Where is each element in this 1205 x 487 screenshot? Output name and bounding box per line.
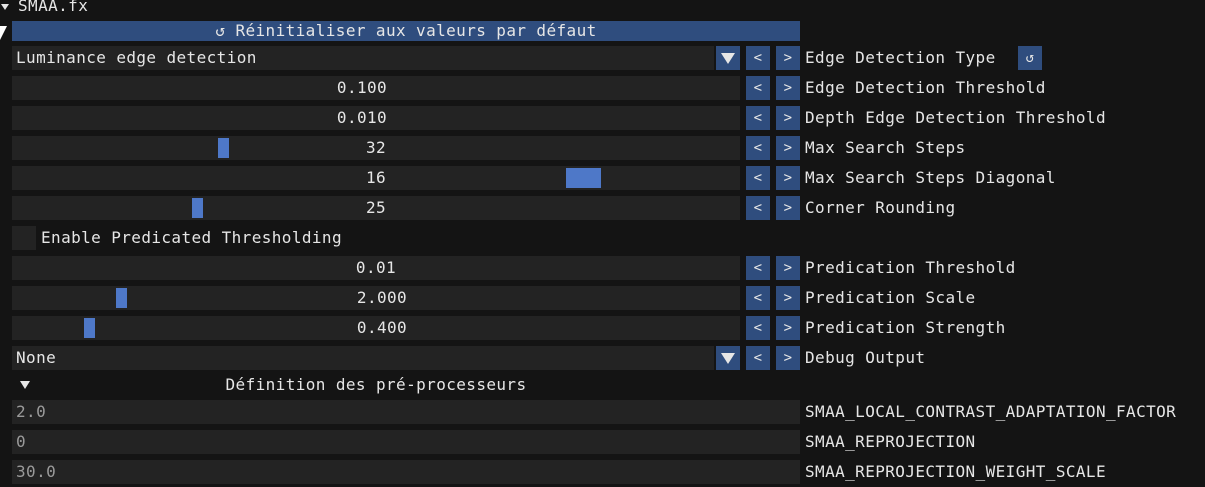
debug-output-row: None < > Debug Output [0,346,1205,370]
depth-threshold-next-button[interactable]: > [776,106,800,130]
max-search-steps-label: Max Search Steps [805,138,966,157]
chevron-down-icon[interactable] [716,346,740,370]
preprocessor-row: 2.0 SMAA_LOCAL_CONTRAST_ADAPTATION_FACTO… [0,400,1205,424]
max-search-steps-row: 32 < > Max Search Steps [0,136,1205,160]
reset-defaults-button[interactable]: ↺ Réinitialiser aux valeurs par défaut [12,21,800,41]
edge-detection-threshold-prev-button[interactable]: < [746,76,770,100]
predicated-thresholding-row: Enable Predicated Thresholding [0,226,1205,250]
preprocessor-label: SMAA_REPROJECTION_WEIGHT_SCALE [805,462,1106,481]
corner-rounding-row: 25 < > Corner Rounding [0,196,1205,220]
corner-rounding-label: Corner Rounding [805,198,956,217]
corner-rounding-next-button[interactable]: > [776,196,800,220]
depth-threshold-row: 0.010 < > Depth Edge Detection Threshold [0,106,1205,130]
predication-threshold-slider[interactable]: 0.01 [12,256,740,280]
reset-defaults-label: Réinitialiser aux valeurs par défaut [235,21,597,40]
max-search-steps-diagonal-row: 16 < > Max Search Steps Diagonal [0,166,1205,190]
predication-strength-row: 0.400 < > Predication Strength [0,316,1205,340]
expand-arrow-icon [1,4,9,10]
preprocessor-row: 30.0 SMAA_REPROJECTION_WEIGHT_SCALE [0,460,1205,484]
predication-threshold-value: 0.01 [355,258,397,277]
predicated-thresholding-checkbox[interactable] [12,226,36,250]
preprocessor-input[interactable]: 30.0 [12,460,800,484]
preprocessor-title: Définition des pré-processeurs [225,375,527,394]
edge-detection-type-next-button[interactable]: > [776,46,800,70]
edge-detection-type-row: Luminance edge detection < > Edge Detect… [0,46,1205,70]
debug-output-value: None [16,348,57,367]
preprocessor-input[interactable]: 0 [12,430,800,454]
preprocessor-value: 2.0 [16,402,47,421]
preprocessor-row: 0 SMAA_REPROJECTION [0,430,1205,454]
debug-output-label: Debug Output [805,348,926,367]
preprocessor-value: 30.0 [16,462,57,481]
edge-detection-threshold-slider[interactable]: 0.100 [12,76,740,100]
corner-rounding-prev-button[interactable]: < [746,196,770,220]
debug-output-prev-button[interactable]: < [746,346,770,370]
preprocessor-label: SMAA_LOCAL_CONTRAST_ADAPTATION_FACTOR [805,402,1177,421]
max-search-steps-diagonal-label: Max Search Steps Diagonal [805,168,1056,187]
predication-threshold-label: Predication Threshold [805,258,1016,277]
predication-scale-prev-button[interactable]: < [746,286,770,310]
predication-scale-row: 2.000 < > Predication Scale [0,286,1205,310]
max-search-steps-next-button[interactable]: > [776,136,800,160]
max-search-steps-diagonal-slider[interactable]: 16 [12,166,740,190]
corner-rounding-value: 25 [365,198,387,217]
preprocessor-value: 0 [16,432,27,451]
predication-threshold-next-button[interactable]: > [776,256,800,280]
edge-detection-type-label: Edge Detection Type [805,48,996,67]
predication-scale-value: 2.000 [356,288,408,307]
predication-strength-slider[interactable]: 0.400 [12,316,740,340]
corner-rounding-slider[interactable]: 25 [12,196,740,220]
predication-threshold-row: 0.01 < > Predication Threshold [0,256,1205,280]
preprocessor-header[interactable]: Définition des pré-processeurs [12,374,800,396]
edge-detection-type-value: Luminance edge detection [16,48,257,67]
max-search-steps-diagonal-next-button[interactable]: > [776,166,800,190]
predication-strength-next-button[interactable]: > [776,316,800,340]
predication-scale-next-button[interactable]: > [776,286,800,310]
max-search-steps-value: 32 [365,138,387,157]
predication-threshold-prev-button[interactable]: < [746,256,770,280]
predication-strength-prev-button[interactable]: < [746,316,770,340]
depth-threshold-slider[interactable]: 0.010 [12,106,740,130]
debug-output-combo[interactable]: None [12,346,714,370]
preprocessor-label: SMAA_REPROJECTION [805,432,976,451]
edge-detection-threshold-label: Edge Detection Threshold [805,78,1046,97]
predicated-thresholding-label: Enable Predicated Thresholding [41,228,342,247]
reset-icon: ↺ [215,21,226,40]
chevron-down-icon[interactable] [716,46,740,70]
effect-title: SMAA.fx [18,0,89,15]
mouse-cursor-icon [0,26,7,40]
depth-threshold-value: 0.010 [336,108,388,127]
edge-detection-type-combo[interactable]: Luminance edge detection [12,46,714,70]
predication-strength-value: 0.400 [356,318,408,337]
depth-threshold-label: Depth Edge Detection Threshold [805,108,1106,127]
predication-scale-label: Predication Scale [805,288,976,307]
max-search-steps-slider[interactable]: 32 [12,136,740,160]
edge-detection-threshold-next-button[interactable]: > [776,76,800,100]
depth-threshold-prev-button[interactable]: < [746,106,770,130]
predication-scale-slider[interactable]: 2.000 [12,286,740,310]
edge-detection-threshold-value: 0.100 [336,78,388,97]
debug-output-next-button[interactable]: > [776,346,800,370]
reset-icon[interactable]: ↺ [1018,46,1042,70]
section-header[interactable]: SMAA.fx [0,0,1205,16]
edge-detection-type-prev-button[interactable]: < [746,46,770,70]
edge-detection-threshold-row: 0.100 < > Edge Detection Threshold [0,76,1205,100]
max-search-steps-prev-button[interactable]: < [746,136,770,160]
max-search-steps-diagonal-value: 16 [365,168,387,187]
predication-strength-label: Predication Strength [805,318,1006,337]
max-search-steps-diagonal-prev-button[interactable]: < [746,166,770,190]
preprocessor-input[interactable]: 2.0 [12,400,800,424]
